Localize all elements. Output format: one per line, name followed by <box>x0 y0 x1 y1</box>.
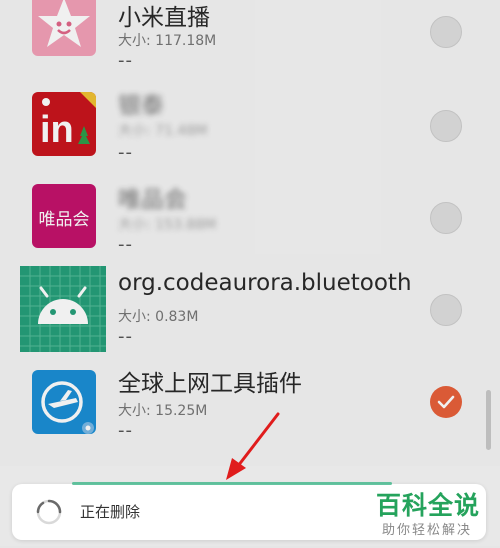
arrow-icon <box>226 412 280 480</box>
